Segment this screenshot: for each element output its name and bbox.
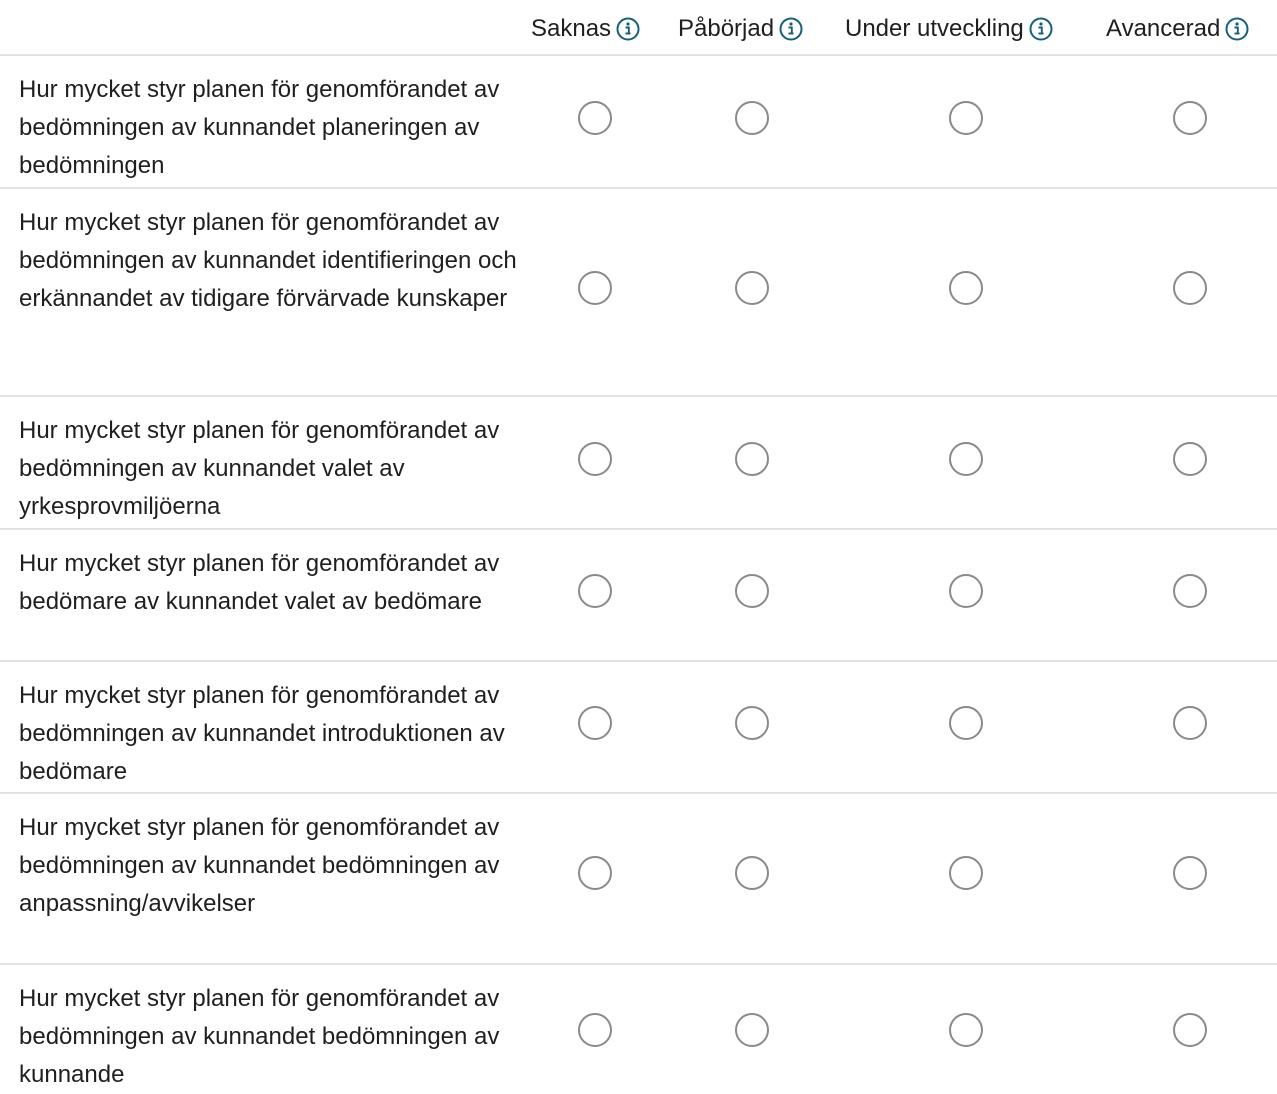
matrix-row: Hur mycket styr planen för genomförandet… xyxy=(0,530,1277,662)
radio-paborjad[interactable] xyxy=(735,1013,769,1047)
radio-saknas[interactable] xyxy=(578,1013,612,1047)
radio-under-utveckling[interactable] xyxy=(949,706,983,740)
column-label: Avancerad xyxy=(1106,15,1221,42)
question-text: Hur mycket styr planen för genomförandet… xyxy=(19,417,500,520)
column-label: Saknas xyxy=(531,15,612,42)
question-text: Hur mycket styr planen för genomförandet… xyxy=(19,209,517,312)
info-icon[interactable] xyxy=(1225,17,1249,41)
question-text: Hur mycket styr planen för genomförandet… xyxy=(19,985,500,1088)
column-label: Påbörjad xyxy=(678,15,775,42)
question-text: Hur mycket styr planen för genomförandet… xyxy=(19,76,500,179)
radio-paborjad[interactable] xyxy=(735,271,769,305)
radio-paborjad[interactable] xyxy=(735,856,769,890)
radio-under-utveckling[interactable] xyxy=(949,271,983,305)
radio-saknas[interactable] xyxy=(578,101,612,135)
column-header-under-utveckling: Under utveckling xyxy=(845,14,1053,44)
radio-avancerad[interactable] xyxy=(1173,442,1207,476)
column-header-avancerad: Avancerad xyxy=(1106,14,1249,44)
info-icon[interactable] xyxy=(779,17,803,41)
radio-avancerad[interactable] xyxy=(1173,856,1207,890)
radio-under-utveckling[interactable] xyxy=(949,1013,983,1047)
radio-saknas[interactable] xyxy=(578,442,612,476)
radio-under-utveckling[interactable] xyxy=(949,856,983,890)
info-icon[interactable] xyxy=(616,17,640,41)
column-label: Under utveckling xyxy=(845,15,1024,42)
matrix-header: Saknas Påbörjad Under utveckling Avancer… xyxy=(0,0,1277,56)
question-text: Hur mycket styr planen för genomförandet… xyxy=(19,814,500,917)
radio-avancerad[interactable] xyxy=(1173,706,1207,740)
question-text: Hur mycket styr planen för genomförandet… xyxy=(19,682,505,785)
radio-saknas[interactable] xyxy=(578,271,612,305)
radio-saknas[interactable] xyxy=(578,706,612,740)
column-header-saknas: Saknas xyxy=(531,14,640,44)
radio-saknas[interactable] xyxy=(578,856,612,890)
info-icon[interactable] xyxy=(1029,17,1053,41)
likert-matrix: Saknas Påbörjad Under utveckling Avancer… xyxy=(0,0,1277,1088)
radio-under-utveckling[interactable] xyxy=(949,442,983,476)
matrix-row: Hur mycket styr planen för genomförandet… xyxy=(0,662,1277,794)
radio-avancerad[interactable] xyxy=(1173,101,1207,135)
radio-avancerad[interactable] xyxy=(1173,574,1207,608)
matrix-row: Hur mycket styr planen för genomförandet… xyxy=(0,794,1277,965)
question-text: Hur mycket styr planen för genomförandet… xyxy=(19,550,500,615)
radio-under-utveckling[interactable] xyxy=(949,101,983,135)
radio-avancerad[interactable] xyxy=(1173,1013,1207,1047)
radio-under-utveckling[interactable] xyxy=(949,574,983,608)
matrix-row: Hur mycket styr planen för genomförandet… xyxy=(0,189,1277,397)
matrix-row: Hur mycket styr planen för genomförandet… xyxy=(0,397,1277,530)
radio-paborjad[interactable] xyxy=(735,574,769,608)
matrix-row: Hur mycket styr planen för genomförandet… xyxy=(0,965,1277,1088)
radio-avancerad[interactable] xyxy=(1173,271,1207,305)
matrix-row: Hur mycket styr planen för genomförandet… xyxy=(0,56,1277,189)
radio-saknas[interactable] xyxy=(578,574,612,608)
radio-paborjad[interactable] xyxy=(735,442,769,476)
column-header-paborjad: Påbörjad xyxy=(678,14,803,44)
radio-paborjad[interactable] xyxy=(735,101,769,135)
radio-paborjad[interactable] xyxy=(735,706,769,740)
